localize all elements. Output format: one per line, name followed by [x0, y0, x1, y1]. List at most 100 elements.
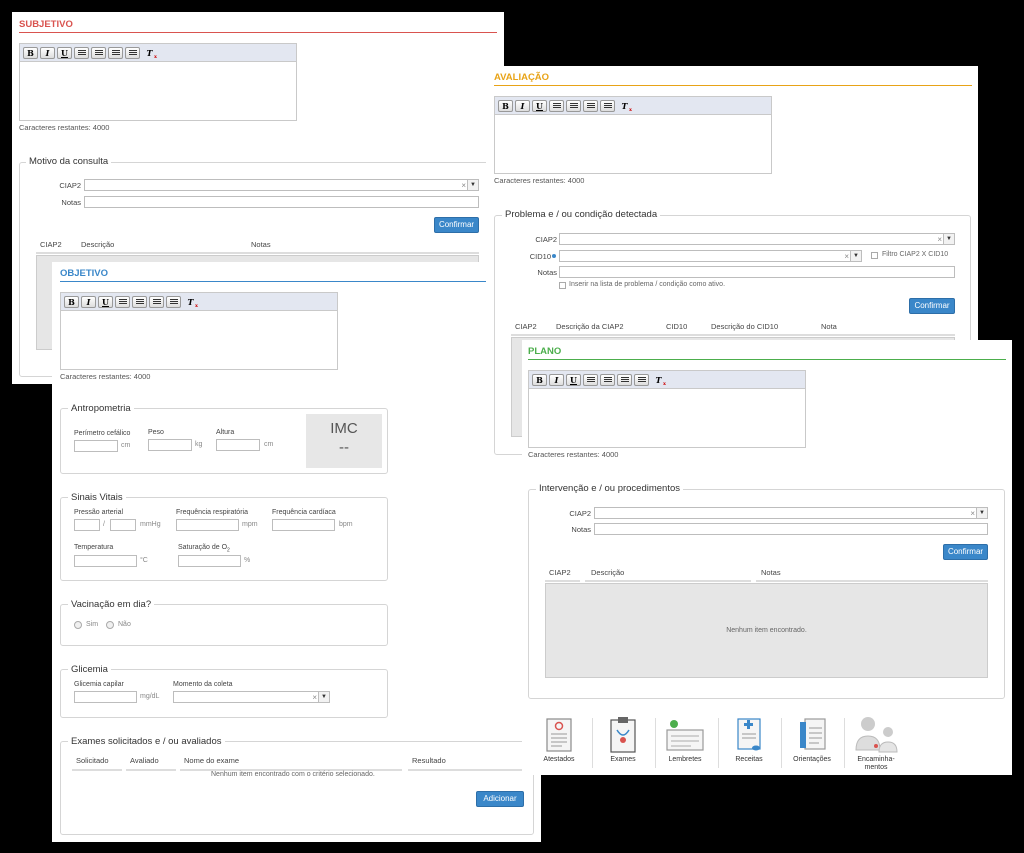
chevron-down-icon[interactable]: ▼	[850, 251, 861, 261]
ordered-list-icon[interactable]	[583, 99, 598, 112]
underline-icon[interactable]: U	[98, 295, 113, 308]
align-left-icon[interactable]	[74, 46, 89, 59]
glicemia-capilar-input[interactable]	[74, 691, 137, 703]
align-center-icon[interactable]	[132, 295, 147, 308]
dock-atestados[interactable]: Atestados	[534, 716, 584, 763]
exames-add-button[interactable]: Adicionar	[476, 791, 524, 807]
underline-icon[interactable]: U	[566, 373, 581, 386]
saturacao-input[interactable]	[178, 555, 241, 567]
subjetivo-text-area[interactable]	[20, 62, 296, 120]
clear-format-icon[interactable]: T	[183, 296, 198, 309]
bullet-list-icon[interactable]	[166, 295, 181, 308]
intervencao-header-line-2	[585, 580, 751, 582]
underline-icon[interactable]: U	[57, 46, 72, 59]
italic-icon[interactable]: I	[515, 99, 530, 112]
italic-icon[interactable]: I	[40, 46, 55, 59]
intervencao-confirm-button[interactable]: Confirmar	[943, 544, 988, 560]
intervencao-notas-input[interactable]	[594, 523, 988, 535]
dock-lembretes[interactable]: Lembretes	[660, 716, 710, 763]
dock-receitas[interactable]: Receitas	[724, 716, 774, 763]
dock-separator	[592, 718, 593, 768]
problema-notas-input[interactable]	[559, 266, 955, 278]
momento-coleta-combo[interactable]: × ▼	[173, 691, 330, 703]
problema-ciap2-combo[interactable]: × ▼	[559, 233, 955, 245]
chevron-down-icon[interactable]: ▼	[943, 234, 954, 244]
inserir-label: Inserir na lista de problema / condição …	[569, 281, 726, 288]
ordered-list-icon[interactable]	[617, 373, 632, 386]
bullet-list-icon[interactable]	[634, 373, 649, 386]
peso-input[interactable]	[148, 439, 192, 451]
dock-encaminhamentos[interactable]: Encaminha- mentos	[848, 716, 904, 772]
editor-toolbar: B I U T	[61, 293, 337, 311]
perimetro-input[interactable]	[74, 440, 118, 452]
pressao-separator: /	[103, 521, 105, 528]
problema-legend: Problema e / ou condição detectada	[502, 209, 661, 220]
vacinacao-nao-radio[interactable]	[106, 621, 114, 629]
clear-icon[interactable]: ×	[312, 692, 317, 703]
motivo-confirm-button[interactable]: Confirmar	[434, 217, 479, 233]
objetivo-text-area[interactable]	[61, 311, 337, 369]
plano-panel: PLANO B I U T Caracteres restantes: 4000…	[522, 340, 1012, 775]
bold-icon[interactable]: B	[532, 373, 547, 386]
problema-col-cid10: CID10	[666, 322, 688, 331]
problema-confirm-button[interactable]: Confirmar	[909, 298, 955, 314]
avaliacao-text-area[interactable]	[495, 115, 771, 173]
pressao-diastolica-input[interactable]	[110, 519, 136, 531]
italic-icon[interactable]: I	[81, 295, 96, 308]
altura-input[interactable]	[216, 439, 260, 451]
clear-format-icon[interactable]: T	[617, 100, 632, 113]
chevron-down-icon[interactable]: ▼	[976, 508, 987, 518]
glicemia-capilar-unit: mg/dL	[140, 693, 160, 700]
chevron-down-icon[interactable]: ▼	[467, 180, 478, 190]
italic-icon[interactable]: I	[549, 373, 564, 386]
inserir-checkbox[interactable]	[559, 282, 566, 289]
clear-format-icon[interactable]: T	[651, 374, 666, 387]
pressao-sistolica-input[interactable]	[74, 519, 100, 531]
align-left-icon[interactable]	[115, 295, 130, 308]
referral-doctors-icon	[855, 717, 898, 753]
intervencao-col-notas: Notas	[761, 568, 781, 577]
plano-text-area[interactable]	[529, 389, 805, 447]
exames-col-avaliado: Avaliado	[130, 756, 159, 765]
clear-format-icon[interactable]: T	[142, 47, 157, 60]
dock-separator	[781, 718, 782, 768]
bold-icon[interactable]: B	[23, 46, 38, 59]
vacinacao-nao-label: Não	[118, 621, 131, 628]
dock-separator	[844, 718, 845, 768]
ordered-list-icon[interactable]	[108, 46, 123, 59]
dock-receitas-label: Receitas	[735, 756, 763, 763]
filtro-checkbox[interactable]	[871, 252, 878, 259]
intervencao-ciap2-combo[interactable]: × ▼	[594, 507, 988, 519]
exames-col-solicitado: Solicitado	[76, 756, 109, 765]
align-left-icon[interactable]	[549, 99, 564, 112]
freq-resp-input[interactable]	[176, 519, 239, 531]
motivo-ciap2-combo[interactable]: × ▼	[84, 179, 479, 191]
peso-label: Peso	[148, 429, 164, 436]
prescription-icon	[737, 718, 761, 751]
problema-cid10-combo[interactable]: × ▼	[559, 250, 862, 262]
clear-icon[interactable]: ×	[844, 251, 849, 262]
dock-orientacoes[interactable]: Orientações	[787, 716, 837, 763]
align-left-icon[interactable]	[583, 373, 598, 386]
clear-icon[interactable]: ×	[937, 234, 942, 245]
align-center-icon[interactable]	[566, 99, 581, 112]
align-center-icon[interactable]	[91, 46, 106, 59]
freq-card-input[interactable]	[272, 519, 335, 531]
bullet-list-icon[interactable]	[600, 99, 615, 112]
intervencao-header-line-1	[545, 580, 580, 582]
motivo-notas-input[interactable]	[84, 196, 479, 208]
bold-icon[interactable]: B	[64, 295, 79, 308]
ordered-list-icon[interactable]	[149, 295, 164, 308]
temperatura-input[interactable]	[74, 555, 137, 567]
bold-icon[interactable]: B	[498, 99, 513, 112]
vacinacao-sim-radio[interactable]	[74, 621, 82, 629]
chevron-down-icon[interactable]: ▼	[318, 692, 329, 702]
clear-icon[interactable]: ×	[970, 508, 975, 519]
motivo-table-header-line	[36, 252, 479, 254]
bullet-list-icon[interactable]	[125, 46, 140, 59]
dock-exames[interactable]: Exames	[598, 716, 648, 763]
underline-icon[interactable]: U	[532, 99, 547, 112]
altura-unit: cm	[264, 441, 274, 448]
clear-icon[interactable]: ×	[461, 180, 466, 191]
align-center-icon[interactable]	[600, 373, 615, 386]
